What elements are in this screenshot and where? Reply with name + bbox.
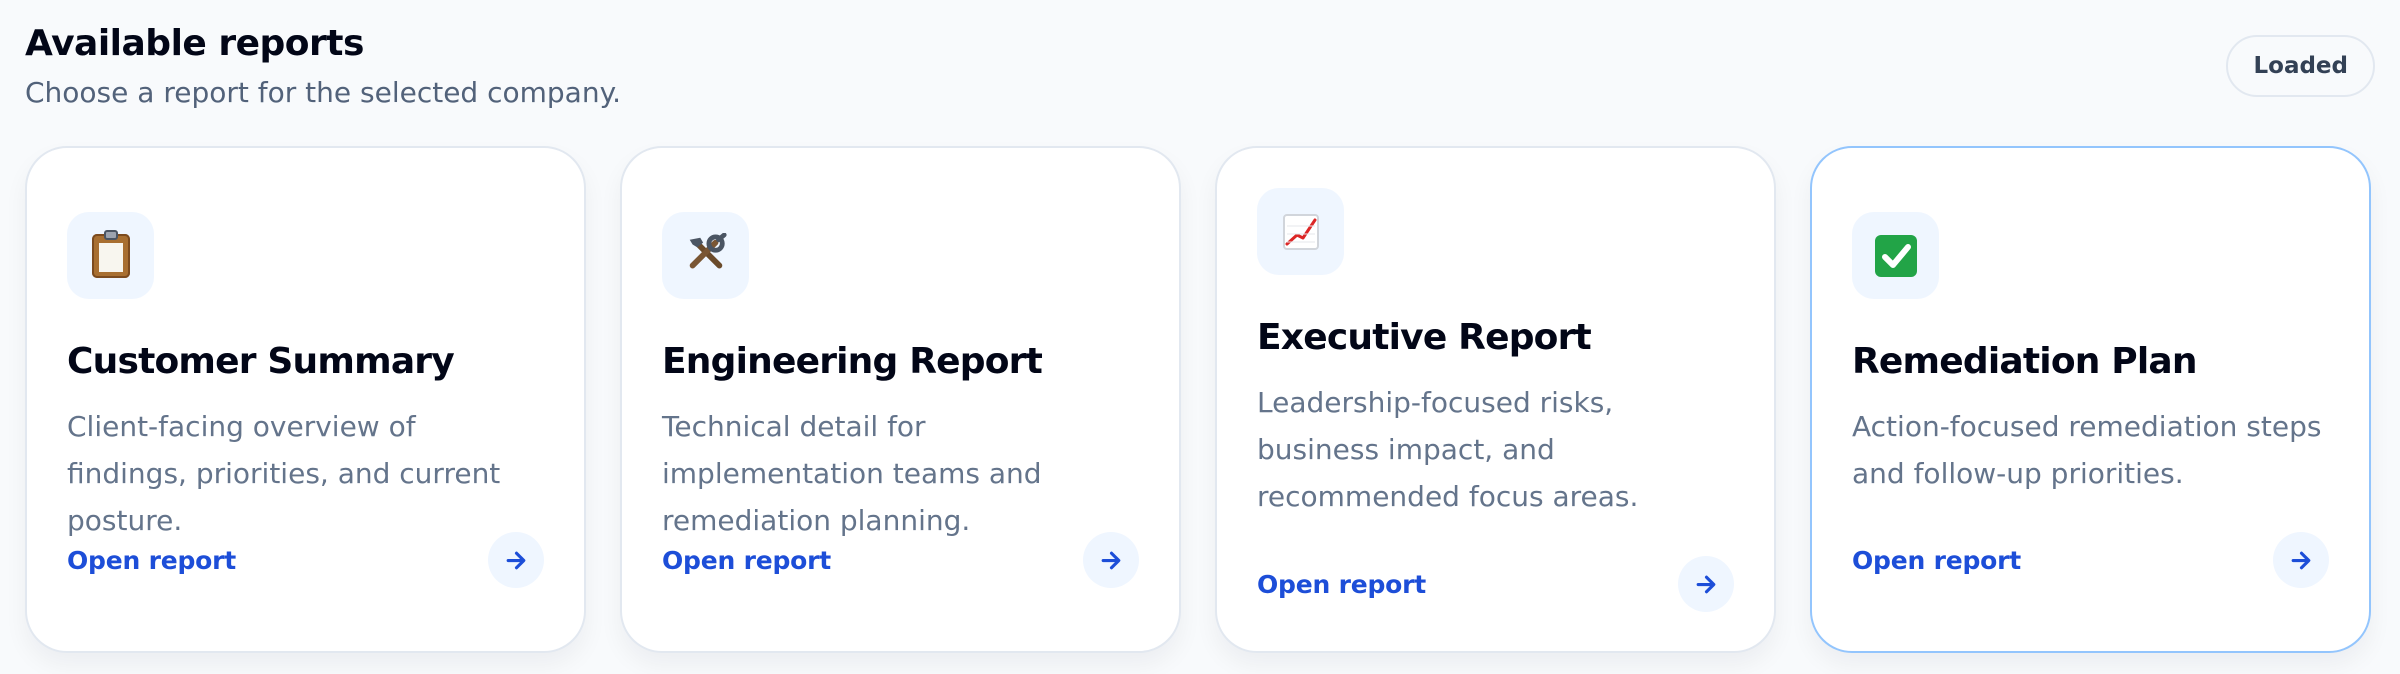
hammer-wrench-icon [662, 212, 749, 299]
open-report-link[interactable]: Open report [662, 546, 831, 575]
clipboard-clip [103, 229, 118, 240]
open-report-link[interactable]: Open report [1852, 546, 2021, 575]
check-mark-icon [1852, 212, 1939, 299]
card-content: Remediation Plan Action-focused remediat… [1852, 212, 2329, 497]
arrow-right-icon [506, 551, 525, 569]
clipboard-board [91, 229, 130, 278]
hammer-wrench-glyph [689, 232, 727, 268]
report-card-engineering-report[interactable]: Engineering Report Technical detail for … [620, 146, 1181, 653]
card-footer: Open report [1257, 556, 1734, 612]
open-report-arrow-button[interactable] [1678, 556, 1734, 612]
clipboard-icon [67, 212, 154, 299]
card-footer: Open report [67, 532, 544, 588]
report-description: Client-facing overview of findings, prio… [67, 410, 501, 537]
report-description: Action-focused remediation steps and fol… [1852, 410, 2322, 490]
open-report-link[interactable]: Open report [67, 546, 236, 575]
page-header: Available reports Choose a report for th… [25, 18, 2375, 118]
open-report-arrow-button[interactable] [488, 532, 544, 588]
card-content: Executive Report Leadership-focused risk… [1257, 188, 1734, 520]
open-report-arrow-button[interactable] [2273, 532, 2329, 588]
report-title: Remediation Plan [1852, 341, 2198, 382]
arrow-right-icon [2291, 551, 2310, 569]
page-title: Available reports [25, 23, 364, 64]
open-report-link[interactable]: Open report [1257, 570, 1426, 599]
arrow-right-icon [1101, 551, 1120, 569]
open-report-arrow-button[interactable] [1083, 532, 1139, 588]
report-description: Leadership-focused risks, business impac… [1257, 386, 1639, 513]
report-card-customer-summary[interactable]: Customer Summary Client-facing overview … [25, 146, 586, 653]
report-title: Engineering Report [662, 341, 1043, 382]
card-footer: Open report [662, 532, 1139, 588]
chart-up-glyph [1282, 213, 1319, 250]
clipboard-paper [98, 242, 123, 272]
status-badge: Loaded [2226, 35, 2375, 97]
arrow-right-icon [1696, 575, 1715, 593]
report-card-remediation-plan[interactable]: Remediation Plan Action-focused remediat… [1810, 146, 2371, 653]
report-card-executive-report[interactable]: Executive Report Leadership-focused risk… [1215, 146, 1776, 653]
check-mark-glyph [1874, 234, 1917, 277]
report-title: Executive Report [1257, 317, 1592, 358]
available-reports-page: Available reports Choose a report for th… [0, 0, 2400, 674]
report-card-grid: Customer Summary Client-facing overview … [25, 146, 2375, 653]
card-content: Engineering Report Technical detail for … [662, 212, 1139, 544]
chart-up-icon [1257, 188, 1344, 275]
page-subtitle: Choose a report for the selected company… [25, 76, 622, 109]
report-description: Technical detail for implementation team… [662, 410, 1042, 537]
report-title: Customer Summary [67, 341, 455, 382]
card-content: Customer Summary Client-facing overview … [67, 212, 544, 544]
card-footer: Open report [1852, 532, 2329, 588]
